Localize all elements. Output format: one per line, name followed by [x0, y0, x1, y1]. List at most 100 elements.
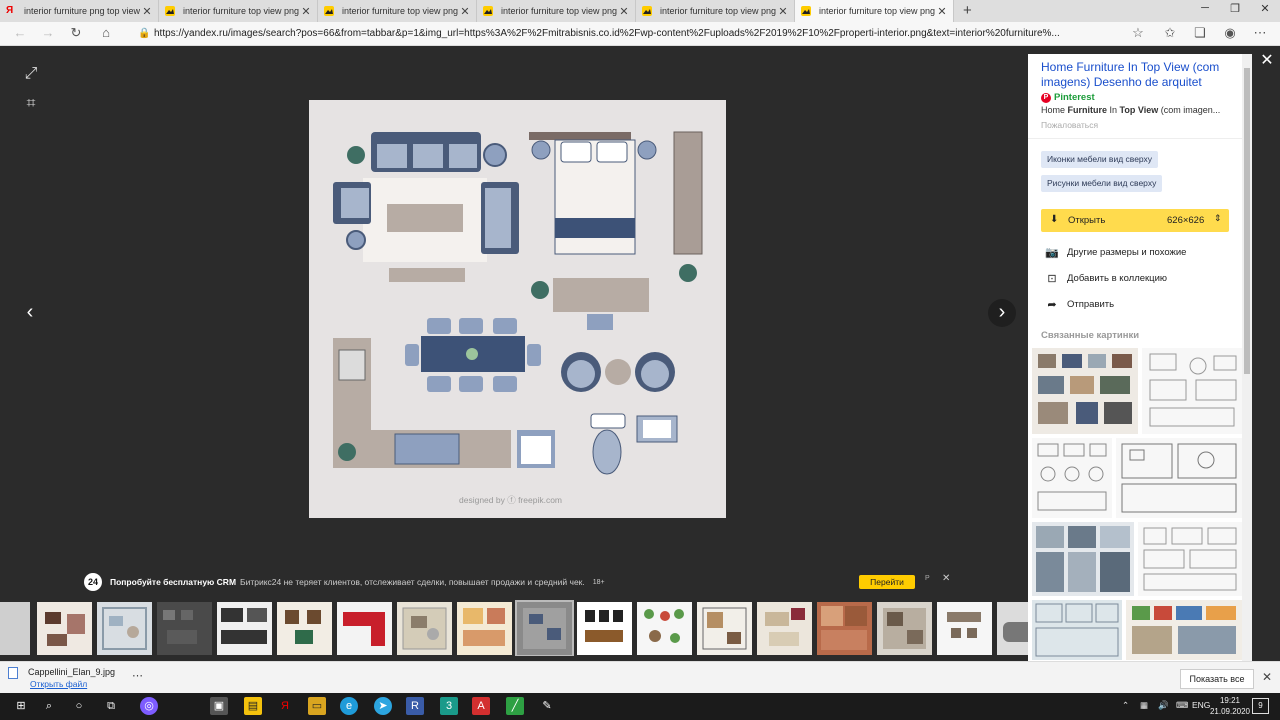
tab-close-icon[interactable]: ✕ — [140, 5, 154, 18]
sizes-dropdown-icon[interactable]: ⇕ — [1214, 213, 1222, 224]
file-explorer-icon[interactable]: ▭ — [308, 697, 326, 715]
profile-avatar[interactable]: ◉ — [1220, 25, 1240, 41]
close-downloads-icon[interactable]: ✕ — [1262, 670, 1272, 684]
previous-image-button[interactable]: ‹ — [16, 299, 44, 327]
related-image[interactable] — [1126, 600, 1242, 660]
store-icon[interactable]: ▣ — [210, 697, 228, 715]
thumbnail[interactable] — [877, 602, 932, 655]
clock[interactable]: 19:21 21.09.2020 — [1208, 695, 1252, 717]
thumbnail[interactable] — [157, 602, 212, 655]
other-sizes-button[interactable]: 📷 Другие размеры и похожие — [1045, 246, 1186, 259]
close-window-button[interactable]: ✕ — [1250, 2, 1280, 15]
thumbnail[interactable] — [457, 602, 512, 655]
next-image-button[interactable]: › — [988, 299, 1016, 327]
new-tab-button[interactable]: + — [963, 2, 972, 19]
alice-icon[interactable]: ◎ — [140, 697, 158, 715]
thumbnail[interactable] — [757, 602, 812, 655]
telegram-icon[interactable]: ➤ — [374, 697, 392, 715]
main-image[interactable]: designed by ⓕ freepik.com — [309, 100, 726, 518]
download-options-icon[interactable]: ⋯ — [132, 669, 143, 682]
open-file-link[interactable]: Открыть файл — [30, 679, 87, 689]
ad-close-icon[interactable]: ✕ — [942, 573, 950, 584]
browser-tab[interactable]: interior furniture top view png: 1 ✕ — [318, 0, 477, 22]
thumbnail[interactable] — [37, 602, 92, 655]
ad-banner[interactable]: 24 Попробуйте бесплатную CRM Битрикс24 н… — [84, 573, 954, 591]
maximize-button[interactable]: ❐ — [1220, 2, 1250, 15]
task-view-icon[interactable]: ⧉ — [102, 697, 120, 715]
related-image[interactable] — [1142, 348, 1242, 434]
thumbnail[interactable] — [277, 602, 332, 655]
related-image[interactable] — [1032, 348, 1138, 434]
cortana-icon[interactable]: ○ — [70, 697, 88, 715]
browser-tab[interactable]: interior furniture top view png: 1 ✕ — [636, 0, 795, 22]
thumbnail[interactable] — [97, 602, 152, 655]
image-title-link[interactable]: Home Furniture In Top View (com imagens)… — [1041, 60, 1241, 90]
thumbnail[interactable] — [637, 602, 692, 655]
related-image[interactable] — [1032, 438, 1112, 518]
green-app-icon[interactable]: ╱ — [506, 697, 524, 715]
thumbnail[interactable] — [697, 602, 752, 655]
thumbnail[interactable] — [217, 602, 272, 655]
share-button[interactable]: ➦ Отправить — [1045, 298, 1114, 311]
yandex-browser-icon[interactable]: Я — [276, 697, 294, 715]
thumbnail[interactable] — [937, 602, 992, 655]
tab-close-icon[interactable]: ✕ — [935, 5, 949, 18]
three-app-icon[interactable]: 3 — [440, 697, 458, 715]
complain-link[interactable]: Пожаловаться — [1041, 120, 1098, 130]
thumbnail[interactable] — [817, 602, 872, 655]
tab-close-icon[interactable]: ✕ — [617, 5, 631, 18]
source-link[interactable]: P Pinterest — [1041, 92, 1095, 103]
sticky-notes-icon[interactable]: ▤ — [244, 697, 262, 715]
tray-chevron-icon[interactable]: ⌃ — [1122, 700, 1129, 711]
address-field[interactable]: 🔒 https://yandex.ru/images/search?pos=66… — [138, 25, 1123, 43]
thumbnail[interactable] — [337, 602, 392, 655]
volume-icon[interactable]: 🔊 — [1158, 700, 1169, 711]
collections-icon[interactable]: ❏ — [1190, 25, 1210, 41]
browser-tab[interactable]: Я interior furniture png top view – ✕ — [0, 0, 159, 22]
related-image[interactable] — [1032, 600, 1122, 660]
search-icon[interactable]: ⌕ — [40, 697, 58, 715]
keyboard-icon[interactable]: ⌨ — [1176, 700, 1188, 711]
minimize-button[interactable]: ─ — [1190, 2, 1220, 14]
thumbnail[interactable] — [577, 602, 632, 655]
download-item[interactable]: Cappellini_Elan_9.jpg — [8, 667, 115, 679]
show-all-button[interactable]: Показать все — [1180, 669, 1254, 689]
browser-tab-active[interactable]: interior furniture top view png: 1 ✕ — [795, 0, 954, 22]
forward-button[interactable]: → — [38, 25, 58, 40]
browser-tab[interactable]: interior furniture top view png: 1 ✕ — [159, 0, 318, 22]
network-icon[interactable]: ▦ — [1140, 700, 1148, 711]
favorite-star-icon[interactable]: ☆ — [1128, 25, 1148, 41]
thumbnail[interactable] — [397, 602, 452, 655]
favorites-icon[interactable]: ✩ — [1160, 25, 1180, 41]
notification-center-icon[interactable]: 9 — [1252, 698, 1269, 714]
home-button[interactable]: ⌂ — [96, 25, 116, 40]
tab-close-icon[interactable]: ✕ — [776, 5, 790, 18]
tab-title: interior furniture top view png: 1 — [501, 6, 617, 16]
crop-icon[interactable]: ⌗ — [20, 95, 42, 113]
related-tag[interactable]: Рисунки мебели вид сверху — [1041, 175, 1163, 192]
related-image[interactable] — [1116, 438, 1242, 518]
related-image[interactable] — [1032, 522, 1134, 596]
close-viewer-button[interactable]: ✕ — [1256, 50, 1278, 70]
thumbnail-selected[interactable] — [515, 600, 574, 656]
tab-close-icon[interactable]: ✕ — [299, 5, 313, 18]
tab-close-icon[interactable]: ✕ — [458, 5, 472, 18]
add-to-collection-button[interactable]: ⊡ Добавить в коллекцию — [1045, 272, 1167, 285]
acrobat-icon[interactable]: A — [472, 697, 490, 715]
related-image[interactable] — [1138, 522, 1242, 596]
r-app-icon[interactable]: R — [406, 697, 424, 715]
reload-button[interactable]: ↻ — [66, 25, 86, 41]
inkscape-icon[interactable]: ✎ — [538, 697, 556, 715]
panel-scrollbar-thumb[interactable] — [1244, 68, 1250, 374]
thumbnail[interactable] — [0, 602, 30, 655]
thumbnail[interactable] — [997, 602, 1028, 655]
windows-start-icon[interactable]: ⊞ — [12, 697, 30, 715]
back-button[interactable]: ← — [10, 25, 30, 40]
open-image-button[interactable]: ⬇ Открыть 626×626 ⇕ — [1041, 209, 1229, 232]
edge-browser-icon[interactable]: e — [340, 697, 358, 715]
fullscreen-icon[interactable]: ⤢ — [20, 65, 42, 83]
related-tag[interactable]: Иконки мебели вид сверху — [1041, 151, 1159, 168]
ad-go-button[interactable]: Перейти — [859, 575, 915, 589]
browser-tab[interactable]: interior furniture top view png: 1 ✕ — [477, 0, 636, 22]
settings-menu-icon[interactable]: ⋯ — [1250, 25, 1270, 41]
